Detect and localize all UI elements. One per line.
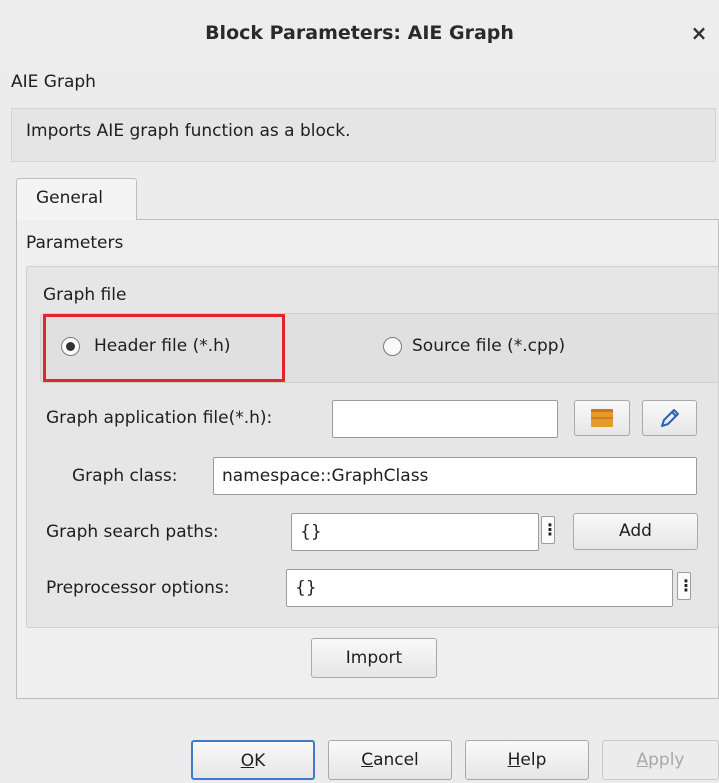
source-file-label[interactable]: Source file (*.cpp) bbox=[412, 336, 565, 356]
graph-class-input[interactable] bbox=[213, 457, 697, 495]
application-file-label: Graph application file(*.h): bbox=[46, 408, 273, 428]
help-mnemonic: H bbox=[507, 750, 521, 770]
preprocessor-input[interactable] bbox=[286, 569, 673, 607]
cancel-label: ancel bbox=[373, 750, 419, 770]
application-file-input[interactable] bbox=[332, 400, 558, 438]
graph-class-label: Graph class: bbox=[72, 466, 178, 486]
block-name: AIE Graph bbox=[11, 72, 96, 92]
edit-button[interactable] bbox=[642, 400, 697, 436]
search-paths-menu-icon[interactable]: ⋮ bbox=[541, 516, 558, 544]
parameters-label: Parameters bbox=[26, 233, 124, 253]
block-description: Imports AIE graph function as a block. bbox=[26, 121, 351, 141]
add-button[interactable]: Add bbox=[573, 513, 698, 550]
apply-mnemonic: A bbox=[636, 750, 649, 770]
source-file-radio[interactable] bbox=[383, 337, 402, 356]
apply-button[interactable]: Apply bbox=[602, 740, 719, 780]
browse-button[interactable] bbox=[574, 400, 630, 436]
preprocessor-menu-icon[interactable]: ⋮ bbox=[677, 572, 694, 600]
cancel-mnemonic: C bbox=[361, 750, 374, 770]
import-button[interactable]: Import bbox=[311, 638, 437, 678]
close-icon[interactable]: × bbox=[688, 22, 710, 44]
preprocessor-label: Preprocessor options: bbox=[46, 578, 230, 598]
help-label: elp bbox=[520, 750, 547, 770]
search-paths-label: Graph search paths: bbox=[46, 522, 219, 542]
highlight-box bbox=[43, 314, 285, 382]
folder-icon bbox=[591, 409, 613, 427]
search-paths-input[interactable] bbox=[291, 513, 539, 551]
pencil-icon bbox=[661, 409, 679, 427]
graph-file-label: Graph file bbox=[43, 285, 127, 305]
ok-button[interactable]: OK bbox=[191, 740, 315, 780]
ok-label: K bbox=[254, 751, 266, 771]
apply-label: pply bbox=[648, 750, 685, 770]
window-title: Block Parameters: AIE Graph bbox=[205, 22, 514, 44]
ok-mnemonic: O bbox=[240, 751, 255, 771]
tab-general-label: General bbox=[36, 188, 103, 208]
cancel-button[interactable]: Cancel bbox=[328, 740, 452, 780]
help-button[interactable]: Help bbox=[465, 740, 589, 780]
